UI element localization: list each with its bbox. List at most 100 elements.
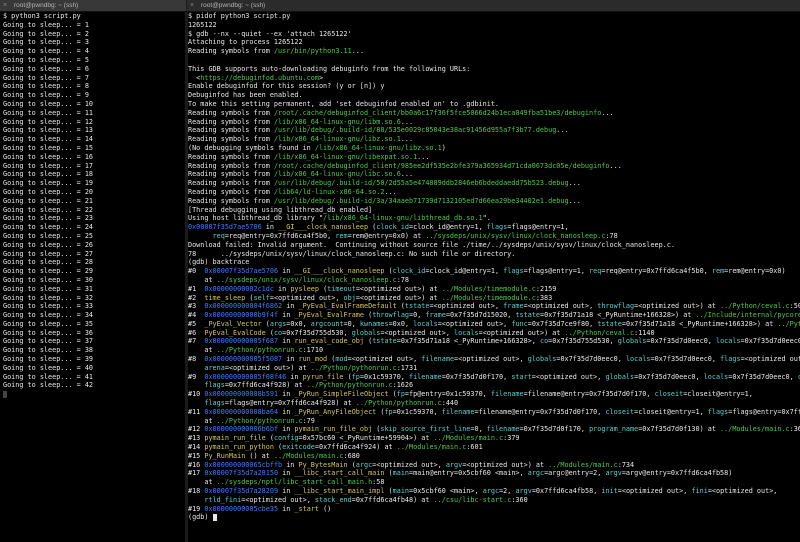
output-line: #7 0x000000000005f687 in run_eval_code_o…	[188, 337, 800, 346]
text-segment: _PyEval_Vector	[204, 319, 262, 328]
text-segment: =0x7f35d7ce9f80,	[527, 319, 598, 328]
text-segment	[188, 232, 213, 240]
left-terminal-pane[interactable]: $ python3 script.py Going to sleep... = …	[0, 12, 188, 542]
text-segment: in	[278, 267, 295, 276]
text-segment: in	[278, 425, 295, 434]
text-segment: $ pidof python3 script.py	[188, 12, 291, 20]
text-segment: =<optimized out>) at	[355, 293, 442, 302]
text-segment: Reading symbols from	[188, 47, 274, 56]
output-line: Going to sleep... = 40	[3, 363, 94, 372]
text-segment: #15	[188, 451, 205, 460]
text-segment: globals	[617, 337, 647, 346]
output-line: Going to sleep... = 8	[3, 82, 89, 91]
output-line: Going to sleep... = 29	[3, 267, 94, 276]
text-segment: ../Python/pythonrun.c	[216, 416, 303, 425]
close-tab-icon[interactable]: ×	[3, 2, 7, 9]
text-segment: rem	[711, 267, 725, 276]
tab-left-terminal[interactable]: × root@pwndbg: ~ (ssh)	[0, 0, 187, 11]
output-line: Going to sleep... = 11	[3, 108, 94, 117]
text-segment: #17	[188, 469, 205, 478]
text-segment: locals	[625, 355, 651, 364]
text-segment: ../csu/libc-start.c	[433, 495, 512, 504]
text-segment: obj	[343, 293, 356, 302]
text-segment: ../Modules/main.c	[273, 451, 344, 460]
text-segment: filename	[421, 355, 455, 364]
output-line: Going to sleep... = 15	[3, 143, 94, 152]
text-segment: ../Modules/main.c	[548, 460, 618, 469]
text-segment: <	[188, 73, 201, 82]
text-segment: /root/.cache/debuginfod_client/bb0a6c17f…	[273, 108, 602, 117]
right-terminal-pane[interactable]: $ pidof python3 script.py 1265122 $ gdb --…	[188, 12, 800, 542]
text-segment: /lib/x86_64-linux-gnu/libz.so.1	[273, 135, 401, 144]
text-segment: #2	[188, 293, 205, 302]
prompt-line	[3, 390, 188, 399]
text-segment: filename	[490, 390, 524, 399]
output-line: Reading symbols from /root/.cache/debugi…	[188, 162, 800, 171]
text-segment: Reading symbols from	[188, 161, 274, 170]
text-segment: #18	[188, 487, 205, 496]
text-segment: Using host libthread_db library "	[188, 214, 324, 223]
output-line: Going to sleep... = 26	[3, 240, 94, 249]
text-segment: Reading symbols from	[188, 135, 274, 144]
text-segment: ../Python/pythonrun.c	[216, 346, 303, 355]
text-segment: PyEval_EvalCode	[204, 328, 266, 337]
text-segment: (	[261, 319, 270, 328]
output-line: Reading symbols from /lib64/ld-linux-x86…	[188, 188, 800, 197]
text-segment: =0x7ffd6ca4f924) at	[314, 443, 397, 452]
text-segment: =0x7f35d7d0f170,	[441, 372, 512, 381]
text-segment: 0x00007f35d7a28209	[204, 487, 279, 496]
gdb-prompt-line[interactable]: (gdb)	[188, 513, 800, 522]
output-line: Going to sleep... = 7	[3, 73, 89, 82]
text-segment: (	[265, 328, 274, 337]
text-segment: 0x00007f35d7a28150	[204, 469, 279, 478]
text-segment: =0x7f35d7d0eec0,	[556, 355, 626, 364]
text-segment: timeout	[327, 284, 356, 293]
text-segment: https://debuginfod.ubuntu.com	[200, 73, 319, 82]
text-segment: pymain_run_file_obj	[294, 425, 373, 434]
text-segment: ../Python/ceval.c	[564, 328, 635, 337]
text-segment: =0x7f35d71a18 <_PyRuntime+166328>) at	[540, 311, 696, 320]
close-tab-icon[interactable]: ×	[190, 2, 194, 9]
output-line: #3 0x000000000004f6862 in _PyEval_EvalFr…	[188, 302, 800, 311]
text-segment: $ gdb --nx --quiet --ex 'attach 1265122'	[188, 29, 352, 38]
output-line: Going to sleep... = 30	[3, 275, 94, 284]
text-segment: (	[364, 311, 373, 320]
text-segment: :78	[396, 275, 409, 284]
output-line: #4 0x00000000000b9f4f in _PyEval_EvalFra…	[188, 311, 800, 320]
text-segment: ../Modules/main.c	[433, 434, 504, 443]
text-segment: _PyEval_EvalFrameDefault	[298, 302, 397, 311]
text-segment: (	[364, 337, 373, 346]
output-line: Going to sleep... = 20	[3, 187, 94, 196]
text-segment: co	[273, 328, 283, 337]
tab-right-terminal[interactable]: × root@pwndbg: ~ (ssh)	[187, 0, 800, 11]
text-segment: =<optimized out>) at	[355, 284, 442, 293]
text-segment: filename	[409, 372, 442, 381]
text-segment: =<optimized out>,	[380, 328, 455, 337]
output-line: #14 pymain_run_python (exitcode=0x7ffd6c…	[188, 443, 800, 452]
output-line: Going to sleep... = 34	[3, 311, 94, 320]
text-segment: flags	[720, 355, 741, 364]
shell-command-line: $ python3 script.py	[3, 12, 81, 20]
text-segment: ../Modules/main.c	[720, 425, 790, 434]
text-segment: argv	[605, 469, 622, 478]
text-segment: ../Python/pythonrun.c	[310, 363, 397, 372]
output-line: (gdb) backtrace	[188, 258, 800, 267]
text-segment: (	[388, 390, 397, 399]
text-segment: =<optimized out>,	[347, 355, 422, 364]
text-segment: __GI___clock_nanosleep	[278, 223, 369, 232]
text-segment: flags	[503, 267, 524, 276]
text-segment: start	[511, 372, 532, 381]
text-segment: ...	[400, 117, 414, 126]
text-segment: =0,	[409, 311, 426, 320]
output-line: #9 0x000000000005f08f46 in pyrun_file (f…	[188, 373, 800, 382]
output-line: Enable debuginfod for this session? (y o…	[188, 82, 800, 91]
output-line: #12 0x000000000006b6bf in pymain_run_fil…	[188, 425, 800, 434]
text-segment: ../Python/pythonrun.c	[355, 399, 442, 408]
text-segment: /lib/x86_64-linux-gnu/libthread_db.so.1	[323, 214, 483, 223]
text-segment: #6	[188, 328, 205, 337]
output-line: at ../sysdeps/unix/sysv/linux/clock_nano…	[188, 276, 800, 285]
output-line: at ../Python/pythonrun.c:1710	[188, 346, 800, 355]
text-segment: in	[273, 284, 291, 293]
text-segment: =0x7ffd6ca4fb48) at	[351, 495, 434, 504]
text-segment: (gdb) backtrace	[188, 258, 250, 267]
